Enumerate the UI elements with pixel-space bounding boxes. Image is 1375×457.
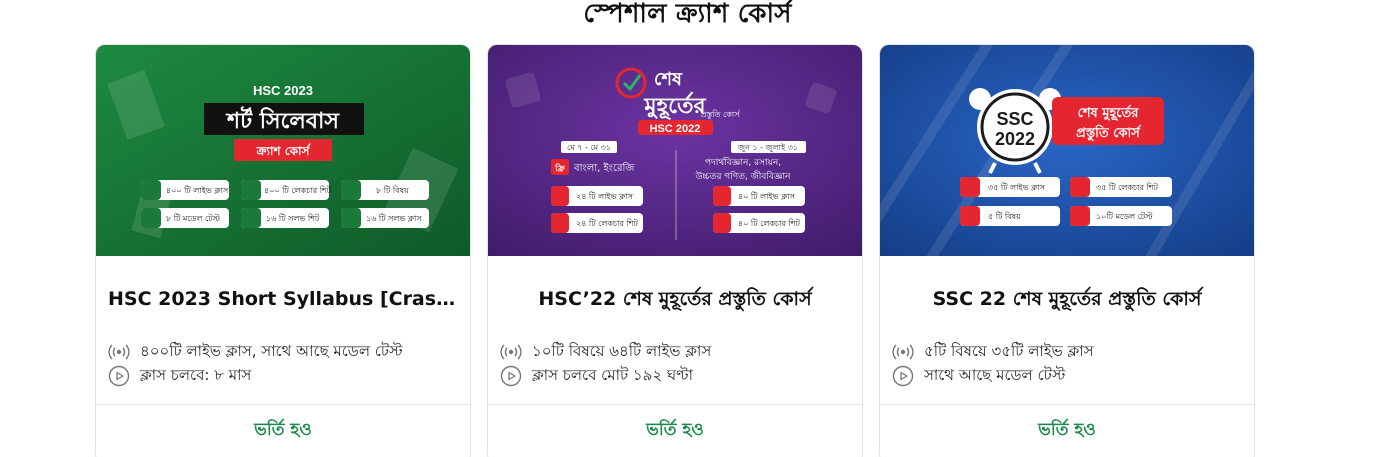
banner-free: ফ্রি	[554, 163, 565, 173]
live-signal-icon	[108, 344, 130, 360]
banner-chip: ৩৫ টি লেকচার শিট	[1096, 182, 1159, 192]
enroll-button[interactable]: ভর্তি হও	[96, 415, 470, 445]
banner-year: HSC 2022	[650, 123, 701, 135]
banner-subline: প্রস্তুতি কোর্স	[700, 110, 740, 119]
banner-headline-2: মুহূর্তের	[643, 91, 706, 120]
course-banner[interactable]: HSC 2023 শর্ট সিলেবাস ক্র্যাশ কোর্স ৪০০ …	[96, 45, 470, 256]
feature-row: ক্লাস চলবে মোট ১৯২ ঘণ্টা	[500, 365, 840, 387]
course-banner[interactable]: শেষ মুহূর্তের প্রস্তুতি কোর্স HSC 2022 ম…	[488, 45, 862, 256]
feature-row: সাথে আছে মডেল টেস্ট	[892, 365, 1232, 387]
feature-text: ১০টি বিষয়ে ৬৪টি লাইভ ক্লাস	[532, 341, 712, 360]
banner-date-left: মে ৭ - মে ৩১	[567, 143, 611, 152]
play-circle-icon	[892, 365, 914, 387]
course-title[interactable]: HSC’22 শেষ মুহূর্তের প্রস্তুতি কোর্স	[500, 285, 850, 315]
course-card-hsc-22[interactable]: শেষ মুহূর্তের প্রস্তুতি কোর্স HSC 2022 ম…	[487, 44, 863, 457]
banner-headline: শর্ট সিলেবাস	[225, 106, 340, 134]
banner-chip: ৪০ টি লাইভ ক্লাস	[738, 191, 796, 201]
feature-row: ৪০০টি লাইভ ক্লাস, সাথে আছে মডেল টেস্ট	[108, 341, 448, 363]
course-title[interactable]: SSC 22 শেষ মুহূর্তের প্রস্তুতি কোর্স	[892, 285, 1242, 315]
play-circle-icon	[500, 365, 522, 387]
banner-ribbon: ক্র্যাশ কোর্স	[256, 143, 312, 158]
course-title[interactable]: HSC 2023 Short Syllabus [Crash ...	[108, 285, 458, 315]
banner-chip: ৪০০ টি লাইভ ক্লাস	[166, 185, 229, 195]
feature-text: ৪০০টি লাইভ ক্লাস, সাথে আছে মডেল টেস্ট	[140, 341, 403, 360]
banner-year: HSC 2023	[253, 83, 313, 98]
banner-date-right: জুন ১ - জুলাই ৩১	[737, 143, 798, 152]
banner-chip: ৮ টি মডেল টেস্ট	[166, 213, 221, 223]
banner-badge-1: শেষ মুহূর্তের	[1078, 104, 1140, 122]
banner-chip: ১৬ টি সলভ শিট	[266, 213, 320, 223]
banner-chip: ৩৫ টি লাইভ ক্লাস	[988, 182, 1046, 192]
feature-row: ক্লাস চলবে: ৮ মাস	[108, 365, 448, 387]
course-card-ssc-22[interactable]: SSC 2022 শেষ মুহূর্তের প্রস্তুতি কোর্স ৩…	[879, 44, 1255, 457]
banner-chip: ৪০ টি লেকচার শিট	[738, 218, 801, 228]
card-divider	[488, 404, 862, 405]
clock-text-1: SSC	[996, 109, 1033, 129]
banner-chip: ৮ টি বিষয়	[376, 185, 409, 195]
feature-row: ৫টি বিষয়ে ৩৫টি লাইভ ক্লাস	[892, 341, 1232, 363]
banner-chip: ৫ টি বিষয়	[988, 211, 1021, 221]
banner-subjects-right-2: উচ্চতর গণিত, জীববিজ্ঞান	[694, 170, 791, 182]
banner-chip: ২৪ টি লাইভ ক্লাস	[576, 191, 634, 201]
banner-badge-2: প্রস্তুতি কোর্স	[1076, 124, 1142, 142]
section-title: স্পেশাল ক্র্যাশ কোর্স	[583, 0, 792, 29]
banner-subjects-right-1: পদার্থবিজ্ঞান, রসায়ন,	[705, 157, 781, 168]
enroll-button[interactable]: ভর্তি হও	[880, 415, 1254, 445]
banner-headline-1: শেষ	[654, 69, 683, 90]
live-signal-icon	[892, 344, 914, 360]
banner-chip: ৪০০ টি লেকচার শিট	[264, 185, 332, 195]
course-card-hsc-2023[interactable]: HSC 2023 শর্ট সিলেবাস ক্র্যাশ কোর্স ৪০০ …	[95, 44, 471, 457]
card-divider	[880, 404, 1254, 405]
enroll-button[interactable]: ভর্তি হও	[488, 415, 862, 445]
feature-text: সাথে আছে মডেল টেস্ট	[924, 365, 1066, 384]
play-circle-icon	[108, 365, 130, 387]
banner-chip: ১৬ টি সলভ ক্লাস	[366, 213, 422, 223]
feature-text: ক্লাস চলবে মোট ১৯২ ঘণ্টা	[532, 365, 693, 384]
banner-subjects-left: বাংলা, ইংরেজি	[573, 162, 635, 174]
banner-chip: ২৪ টি লেকচার শিট	[576, 218, 639, 228]
feature-row: ১০টি বিষয়ে ৬৪টি লাইভ ক্লাস	[500, 341, 840, 363]
clock-text-2: 2022	[995, 129, 1035, 149]
course-banner[interactable]: SSC 2022 শেষ মুহূর্তের প্রস্তুতি কোর্স ৩…	[880, 45, 1254, 256]
card-divider	[96, 404, 470, 405]
live-signal-icon	[500, 344, 522, 360]
banner-chip: ১০টি মডেল টেস্ট	[1096, 211, 1153, 221]
course-card-list: HSC 2023 শর্ট সিলেবাস ক্র্যাশ কোর্স ৪০০ …	[95, 44, 1255, 457]
feature-text: ৫টি বিষয়ে ৩৫টি লাইভ ক্লাস	[924, 341, 1094, 360]
feature-text: ক্লাস চলবে: ৮ মাস	[140, 365, 252, 384]
